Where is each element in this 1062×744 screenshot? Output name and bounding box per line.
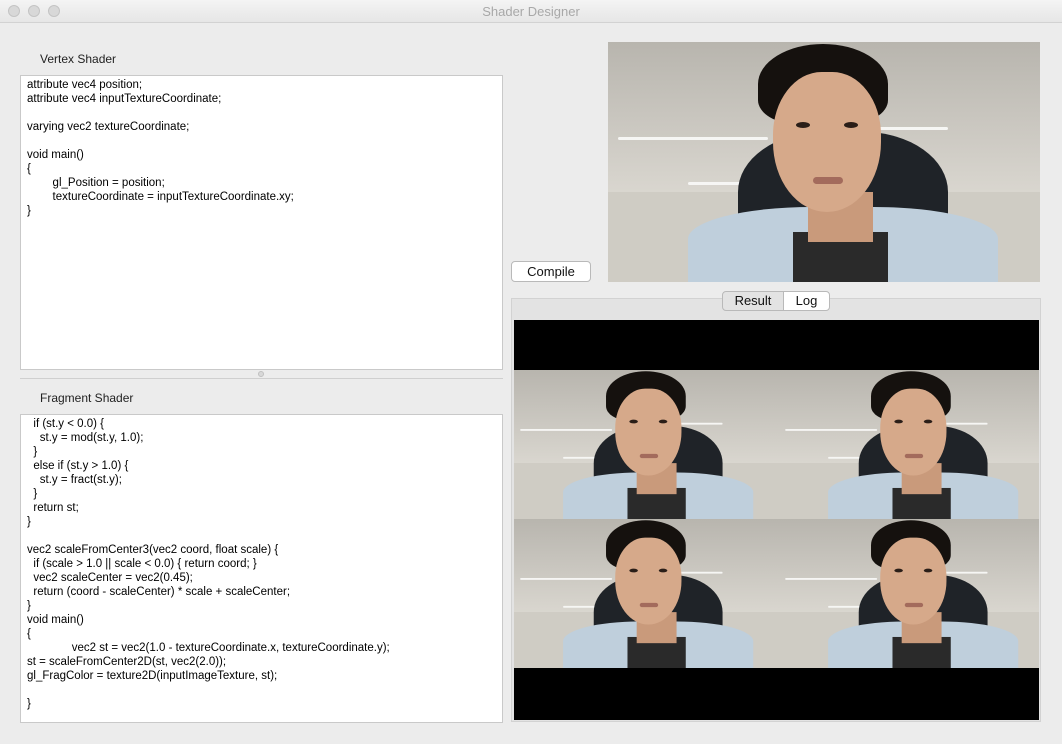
- fragment-shader-editor[interactable]: if (st.y < 0.0) { st.y = mod(st.y, 1.0);…: [20, 414, 503, 723]
- camera-preview: [608, 42, 1040, 282]
- result-tile: [514, 370, 779, 519]
- mouth: [813, 177, 843, 184]
- fragment-shader-label: Fragment Shader: [40, 391, 134, 405]
- eye: [658, 568, 668, 573]
- result-tile: [779, 519, 1039, 668]
- editor-splitter[interactable]: [20, 370, 503, 379]
- window-title: Shader Designer: [482, 4, 580, 19]
- eye: [923, 419, 933, 424]
- eye: [894, 419, 903, 424]
- ceiling-light: [785, 428, 878, 431]
- result-tile: [514, 519, 779, 668]
- result-view: [514, 320, 1039, 720]
- eye: [796, 122, 810, 128]
- mouth: [639, 453, 659, 459]
- splitter-divider: [20, 378, 503, 379]
- mouth: [904, 602, 924, 608]
- result-tile: [779, 370, 1039, 519]
- mouth: [639, 602, 659, 608]
- vertex-shader-editor[interactable]: attribute vec4 position; attribute vec4 …: [20, 75, 503, 370]
- eye: [844, 122, 858, 128]
- result-tile-image: [779, 519, 1039, 668]
- shader-designer-window: Shader Designer Vertex Shader attribute …: [0, 0, 1062, 744]
- eye: [629, 419, 638, 424]
- title-bar: Shader Designer: [0, 0, 1062, 23]
- eye: [658, 419, 668, 424]
- face: [880, 388, 947, 476]
- face: [615, 388, 682, 476]
- face: [615, 537, 682, 625]
- ceiling-light: [785, 577, 878, 580]
- tab-log[interactable]: Log: [783, 291, 830, 311]
- compile-button[interactable]: Compile: [511, 261, 591, 282]
- result-tile-image: [514, 519, 779, 668]
- mouth: [904, 453, 924, 459]
- ceiling-light: [520, 577, 613, 580]
- splitter-handle-icon[interactable]: [258, 371, 264, 377]
- face: [773, 72, 881, 212]
- fragment-shader-code[interactable]: if (st.y < 0.0) { st.y = mod(st.y, 1.0);…: [21, 415, 502, 713]
- tab-result[interactable]: Result: [722, 291, 784, 311]
- eye: [629, 568, 638, 573]
- vertex-shader-label: Vertex Shader: [40, 52, 117, 66]
- result-tile-image: [514, 370, 779, 519]
- eye: [923, 568, 933, 573]
- ceiling-light: [520, 428, 613, 431]
- vertex-shader-code[interactable]: attribute vec4 position; attribute vec4 …: [21, 76, 502, 220]
- ceiling-light: [618, 137, 768, 140]
- face: [880, 537, 947, 625]
- result-tile-image: [779, 370, 1039, 519]
- eye: [894, 568, 903, 573]
